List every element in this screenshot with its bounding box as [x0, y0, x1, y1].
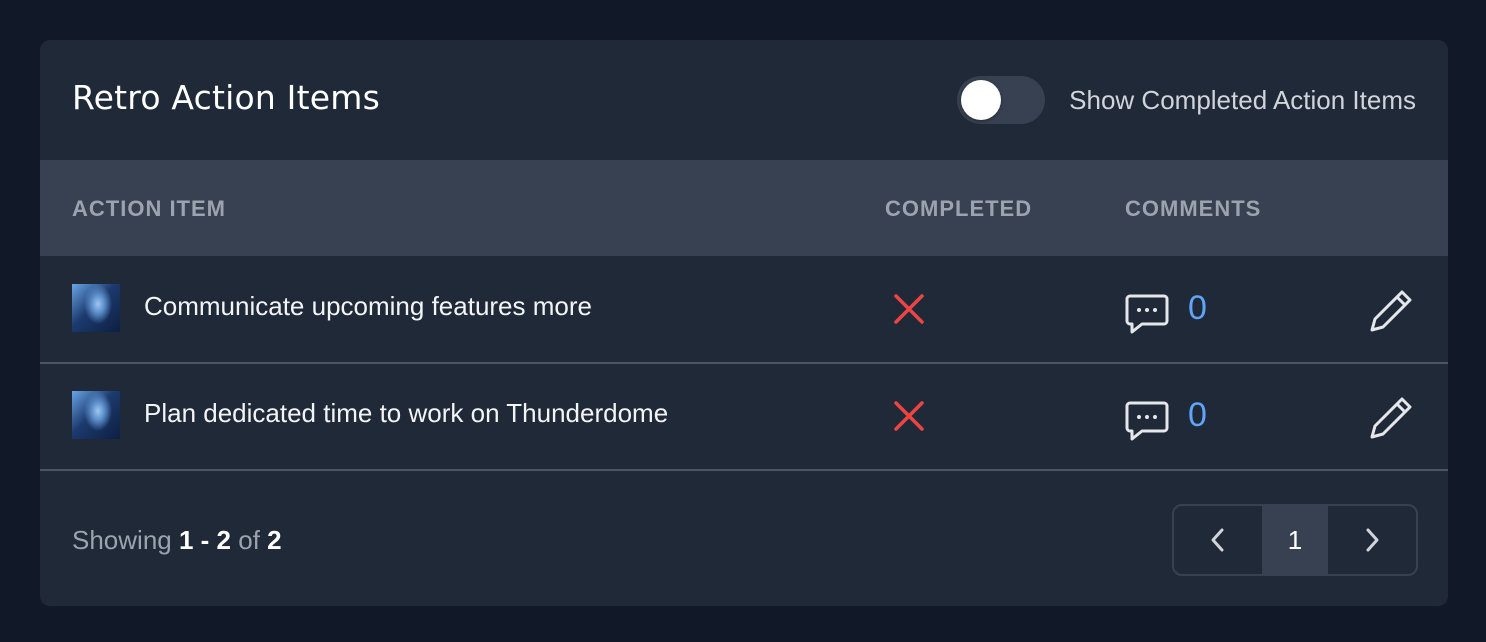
table-row: Communicate upcoming features more 0	[40, 256, 1448, 364]
showing-prefix: Showing	[72, 525, 172, 555]
action-item-text: Communicate upcoming features more	[144, 291, 592, 321]
pagination: 1	[1172, 504, 1418, 576]
show-completed-toggle[interactable]	[957, 76, 1046, 124]
next-page-button[interactable]	[1328, 506, 1416, 574]
page-1-button[interactable]: 1	[1262, 506, 1328, 574]
comment-count[interactable]: 0	[1188, 395, 1207, 435]
comment-icon[interactable]	[1124, 290, 1170, 336]
action-items-card: Retro Action Items Show Completed Action…	[40, 40, 1448, 606]
toggle-knob	[961, 80, 1002, 120]
column-header-comments: COMMENTS	[1125, 196, 1262, 221]
column-header-action-item: ACTION ITEM	[72, 196, 226, 221]
showing-total: 2	[267, 525, 282, 555]
table-header: ACTION ITEM COMPLETED COMMENTS	[40, 160, 1448, 256]
avatar	[72, 284, 120, 332]
pagination-summary: Showing 1 - 2 of 2	[72, 524, 282, 556]
action-item-text: Plan dedicated time to work on Thunderdo…	[144, 398, 669, 428]
showing-of: of	[238, 525, 260, 555]
comment-count[interactable]: 0	[1188, 288, 1207, 328]
table-footer: Showing 1 - 2 of 2 1	[40, 472, 1448, 606]
card-header: Retro Action Items Show Completed Action…	[40, 40, 1448, 160]
showing-range: 1 - 2	[178, 525, 231, 555]
show-completed-toggle-wrap: Show Completed Action Items	[957, 75, 1416, 125]
x-icon	[894, 294, 924, 324]
previous-page-button[interactable]	[1174, 506, 1262, 574]
pencil-icon[interactable]	[1366, 393, 1416, 443]
avatar	[72, 391, 120, 439]
comment-icon[interactable]	[1124, 397, 1170, 443]
x-icon	[894, 401, 924, 431]
show-completed-label: Show Completed Action Items	[1069, 84, 1416, 115]
column-header-completed: COMPLETED	[885, 196, 1033, 221]
table-row: Plan dedicated time to work on Thunderdo…	[40, 363, 1448, 471]
pencil-icon[interactable]	[1366, 286, 1416, 336]
page-title: Retro Action Items	[72, 78, 380, 117]
chevron-left-icon	[1211, 528, 1224, 552]
chevron-right-icon	[1366, 528, 1379, 552]
